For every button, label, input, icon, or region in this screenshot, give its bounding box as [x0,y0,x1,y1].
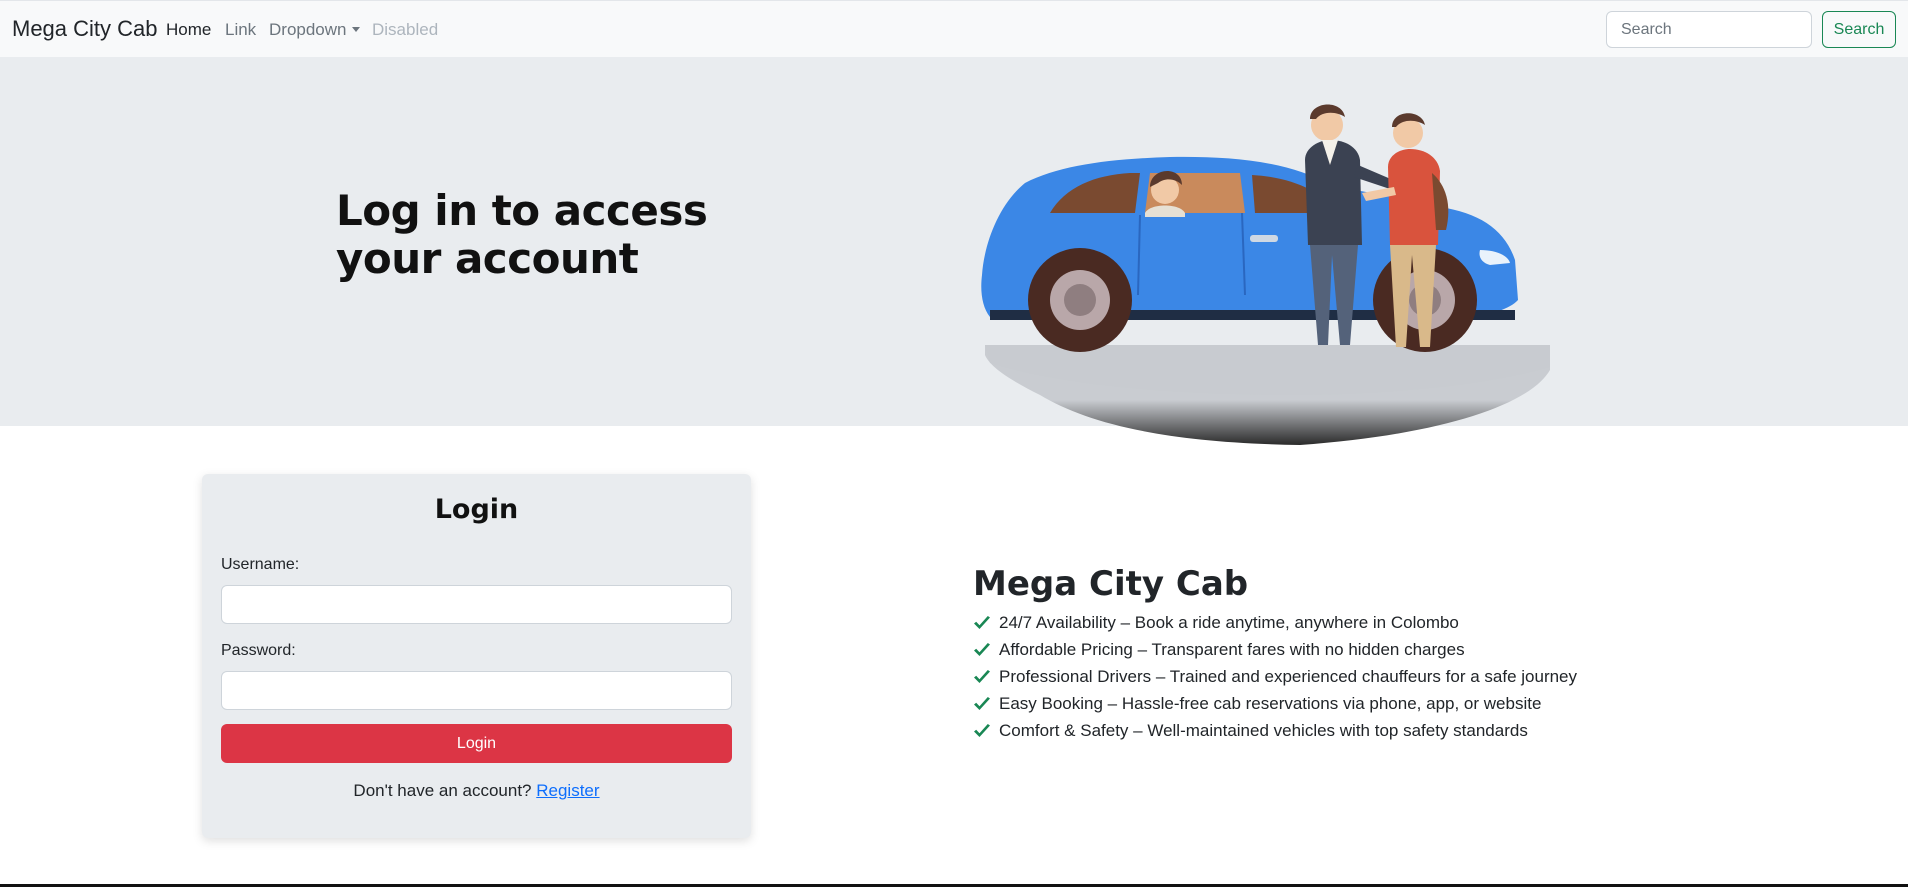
feature-item: Professional Drivers – Trained and exper… [973,663,1613,690]
login-card: Login Username: Password: Login Don't ha… [202,474,751,838]
check-icon [974,723,990,737]
password-label: Password: [221,642,296,659]
password-field[interactable] [221,671,732,710]
navbar: Mega City Cab Home Link Dropdown Disable… [0,0,1908,57]
feature-item: Comfort & Safety – Well-maintained vehic… [973,717,1613,744]
features-title: Mega City Cab [973,564,1249,604]
search-input[interactable] [1606,11,1812,48]
username-label: Username: [221,556,300,573]
nav-dropdown[interactable]: Dropdown [269,20,360,40]
brand-logo[interactable]: Mega City Cab [12,16,158,42]
check-icon [974,642,990,656]
hero-title: Log in to access your account [336,186,708,283]
features-section: Mega City Cab 24/7 Availability – Book a… [973,563,1613,744]
feature-list: 24/7 Availability – Book a ride anytime,… [973,609,1613,744]
feature-text: Comfort & Safety – Well-maintained vehic… [999,721,1528,740]
nav-dropdown-label: Dropdown [269,20,347,39]
register-prompt-line: Don't have an account? Register [202,781,751,801]
nav-link[interactable]: Link [225,20,256,40]
search-button[interactable]: Search [1822,11,1896,48]
feature-item: 24/7 Availability – Book a ride anytime,… [973,609,1613,636]
register-prompt: Don't have an account? [353,781,532,800]
nav-disabled: Disabled [372,20,439,39]
hero-banner: Log in to access your account [0,57,1908,426]
check-icon [974,615,990,629]
feature-text: Affordable Pricing – Transparent fares w… [999,640,1465,659]
check-icon [974,696,990,710]
feature-item: Affordable Pricing – Transparent fares w… [973,636,1613,663]
feature-text: 24/7 Availability – Book a ride anytime,… [999,613,1459,632]
taxi-illustration [981,104,1550,445]
login-button[interactable]: Login [221,724,732,763]
nav-home[interactable]: Home [166,20,211,40]
feature-text: Easy Booking – Hassle-free cab reservati… [999,694,1542,713]
username-field[interactable] [221,585,732,624]
check-icon [974,669,990,683]
login-title: Login [434,494,519,525]
feature-text: Professional Drivers – Trained and exper… [999,667,1578,686]
register-link[interactable]: Register [536,781,599,800]
caret-down-icon [351,27,360,32]
feature-item: Easy Booking – Hassle-free cab reservati… [973,690,1613,717]
